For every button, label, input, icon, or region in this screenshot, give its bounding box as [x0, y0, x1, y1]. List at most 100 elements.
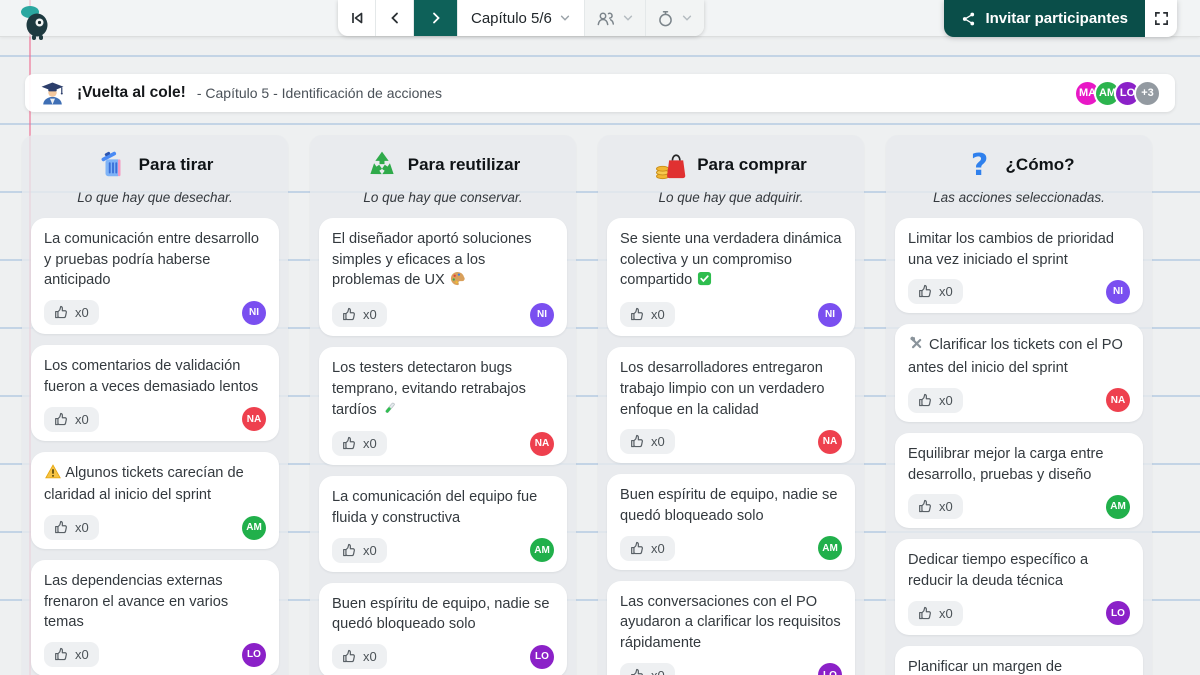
vote-button[interactable]: x0: [44, 300, 99, 326]
vote-count: x0: [939, 499, 953, 515]
card-text: Algunos tickets carecían de claridad al …: [44, 463, 244, 504]
card-author-avatar[interactable]: NA: [242, 407, 266, 432]
tools-icon: [909, 336, 924, 358]
card[interactable]: Dedicar tiempo específico a reducir la d…: [895, 539, 1143, 635]
card-author-avatar[interactable]: LO: [530, 644, 554, 669]
card-footer: x0 AM: [44, 515, 266, 541]
thumbs-up-icon: [343, 543, 355, 556]
participants-menu[interactable]: [584, 0, 646, 36]
vote-count: x0: [651, 668, 665, 675]
vote-button[interactable]: x0: [332, 644, 387, 670]
retro-header: ¡Vuelta al cole! - Capítulo 5 - Identifi…: [25, 74, 1175, 112]
card-author-avatar[interactable]: NI: [242, 300, 266, 325]
retro-title: ¡Vuelta al cole!: [77, 84, 186, 101]
card-author-avatar[interactable]: AM: [1106, 494, 1130, 519]
invite-participants-label: Invitar participantes: [985, 10, 1128, 27]
check-mark-icon: [697, 271, 712, 293]
card[interactable]: Los desarrolladores entregaron trabajo l…: [607, 347, 855, 464]
card-list: La comunicación entre desarrollo y prueb…: [31, 218, 279, 675]
card[interactable]: Las dependencias externas frenaron el av…: [31, 560, 279, 675]
card-author-avatar[interactable]: AM: [530, 538, 554, 563]
thumbs-up-icon: [55, 306, 67, 319]
card[interactable]: La comunicación entre desarrollo y prueb…: [31, 218, 279, 335]
card-author-avatar[interactable]: LO: [242, 642, 266, 667]
vote-count: x0: [363, 649, 377, 665]
card[interactable]: Planificar un margen de seguridad en el …: [895, 645, 1143, 675]
card-footer: x0 NA: [332, 431, 554, 457]
chevron-right-icon: [432, 12, 440, 24]
card[interactable]: Clarificar los tickets con el PO antes d…: [895, 324, 1143, 422]
card-author-avatar[interactable]: NI: [818, 302, 842, 327]
card-author-avatar[interactable]: NI: [530, 302, 554, 327]
retro-subtitle: - Capítulo 5 - Identificación de accione…: [196, 85, 442, 101]
vote-button[interactable]: x0: [620, 535, 675, 561]
card-list: Se siente una verdadera dinámica colecti…: [607, 218, 855, 675]
fullscreen-button[interactable]: [1145, 0, 1177, 37]
vote-button[interactable]: x0: [620, 429, 675, 455]
card[interactable]: Limitar los cambios de prioridad una vez…: [895, 218, 1143, 314]
timer-menu[interactable]: [645, 0, 704, 36]
card-footer: x0 LO: [620, 662, 842, 675]
card-author-avatar[interactable]: AM: [818, 536, 842, 561]
card-author-avatar[interactable]: NI: [1106, 279, 1130, 304]
card-footer: x0 LO: [908, 600, 1130, 626]
card[interactable]: Buen espíritu de equipo, nadie se quedó …: [319, 582, 567, 675]
vote-count: x0: [939, 284, 953, 300]
card-text: Las dependencias externas frenaron el av…: [44, 573, 229, 631]
vote-count: x0: [75, 305, 89, 321]
column-comprar: Para comprar Lo que hay que adquirir. Se s…: [598, 135, 864, 675]
vote-button[interactable]: x0: [332, 431, 387, 457]
card[interactable]: Algunos tickets carecían de claridad al …: [31, 451, 279, 550]
card[interactable]: El diseñador aportó soluciones simples y…: [319, 218, 567, 337]
card-author-avatar[interactable]: NA: [530, 431, 554, 456]
card[interactable]: Los testers detectaron bugs temprano, ev…: [319, 347, 567, 466]
thumbs-up-icon: [631, 668, 643, 675]
card-footer: x0 AM: [332, 537, 554, 563]
card-author-avatar[interactable]: AM: [242, 515, 266, 540]
vote-button[interactable]: x0: [908, 494, 963, 520]
chapter-selector[interactable]: Capítulo 5/6: [458, 0, 585, 36]
column-tirar: Para tirar Lo que hay que desechar. La com…: [22, 135, 288, 675]
avatar-overflow-badge[interactable]: +3: [1134, 79, 1161, 107]
card[interactable]: Equilibrar mejor la carga entre desarrol…: [895, 432, 1143, 529]
card-author-avatar[interactable]: NA: [818, 429, 842, 454]
column-subtitle: Lo que hay que desechar.: [77, 190, 233, 205]
vote-button[interactable]: x0: [44, 515, 99, 541]
card[interactable]: Se siente una verdadera dinámica colecti…: [607, 218, 855, 337]
vote-button[interactable]: x0: [332, 537, 387, 563]
palette-icon: [450, 271, 465, 293]
card-footer: x0 LO: [44, 642, 266, 668]
previous-chapter-button[interactable]: [376, 0, 414, 36]
card-footer: x0 NI: [620, 302, 842, 328]
vote-button[interactable]: x0: [332, 302, 387, 328]
vote-button[interactable]: x0: [620, 662, 675, 675]
card-author-avatar[interactable]: LO: [818, 663, 842, 675]
question-mark-icon: ?: [970, 147, 989, 183]
card[interactable]: Las conversaciones con el PO ayudaron a …: [607, 580, 855, 675]
card[interactable]: La comunicación del equipo fue fluida y …: [319, 476, 567, 572]
vote-button[interactable]: x0: [44, 406, 99, 432]
vote-button[interactable]: x0: [908, 600, 963, 626]
vote-button[interactable]: x0: [620, 302, 675, 328]
next-chapter-button[interactable]: [414, 0, 458, 36]
skip-to-start-button[interactable]: [338, 0, 376, 36]
card-author-avatar[interactable]: LO: [1106, 601, 1130, 626]
card[interactable]: Buen espíritu de equipo, nadie se quedó …: [607, 474, 855, 570]
card-footer: x0 NI: [908, 279, 1130, 305]
card[interactable]: Los comentarios de validación fueron a v…: [31, 345, 279, 441]
thumbs-up-icon: [919, 393, 931, 407]
test-tube-icon: [382, 401, 397, 423]
column-header: Para reutilizar: [319, 148, 567, 182]
skip-to-start-icon: [351, 12, 362, 24]
vote-button[interactable]: x0: [908, 279, 963, 305]
card-list: Limitar los cambios de prioridad una vez…: [895, 218, 1143, 675]
participant-avatars: MA AM LO +3: [1074, 79, 1161, 107]
column-subtitle: Lo que hay que adquirir.: [658, 190, 804, 205]
vote-count: x0: [75, 411, 89, 427]
thumbs-up-icon: [55, 648, 67, 661]
vote-button[interactable]: x0: [908, 387, 963, 413]
card-author-avatar[interactable]: NA: [1106, 388, 1130, 413]
vote-button[interactable]: x0: [44, 642, 99, 668]
invite-participants-button[interactable]: Invitar participantes: [944, 0, 1145, 37]
column-title: ¿Cómo?: [1005, 155, 1075, 174]
